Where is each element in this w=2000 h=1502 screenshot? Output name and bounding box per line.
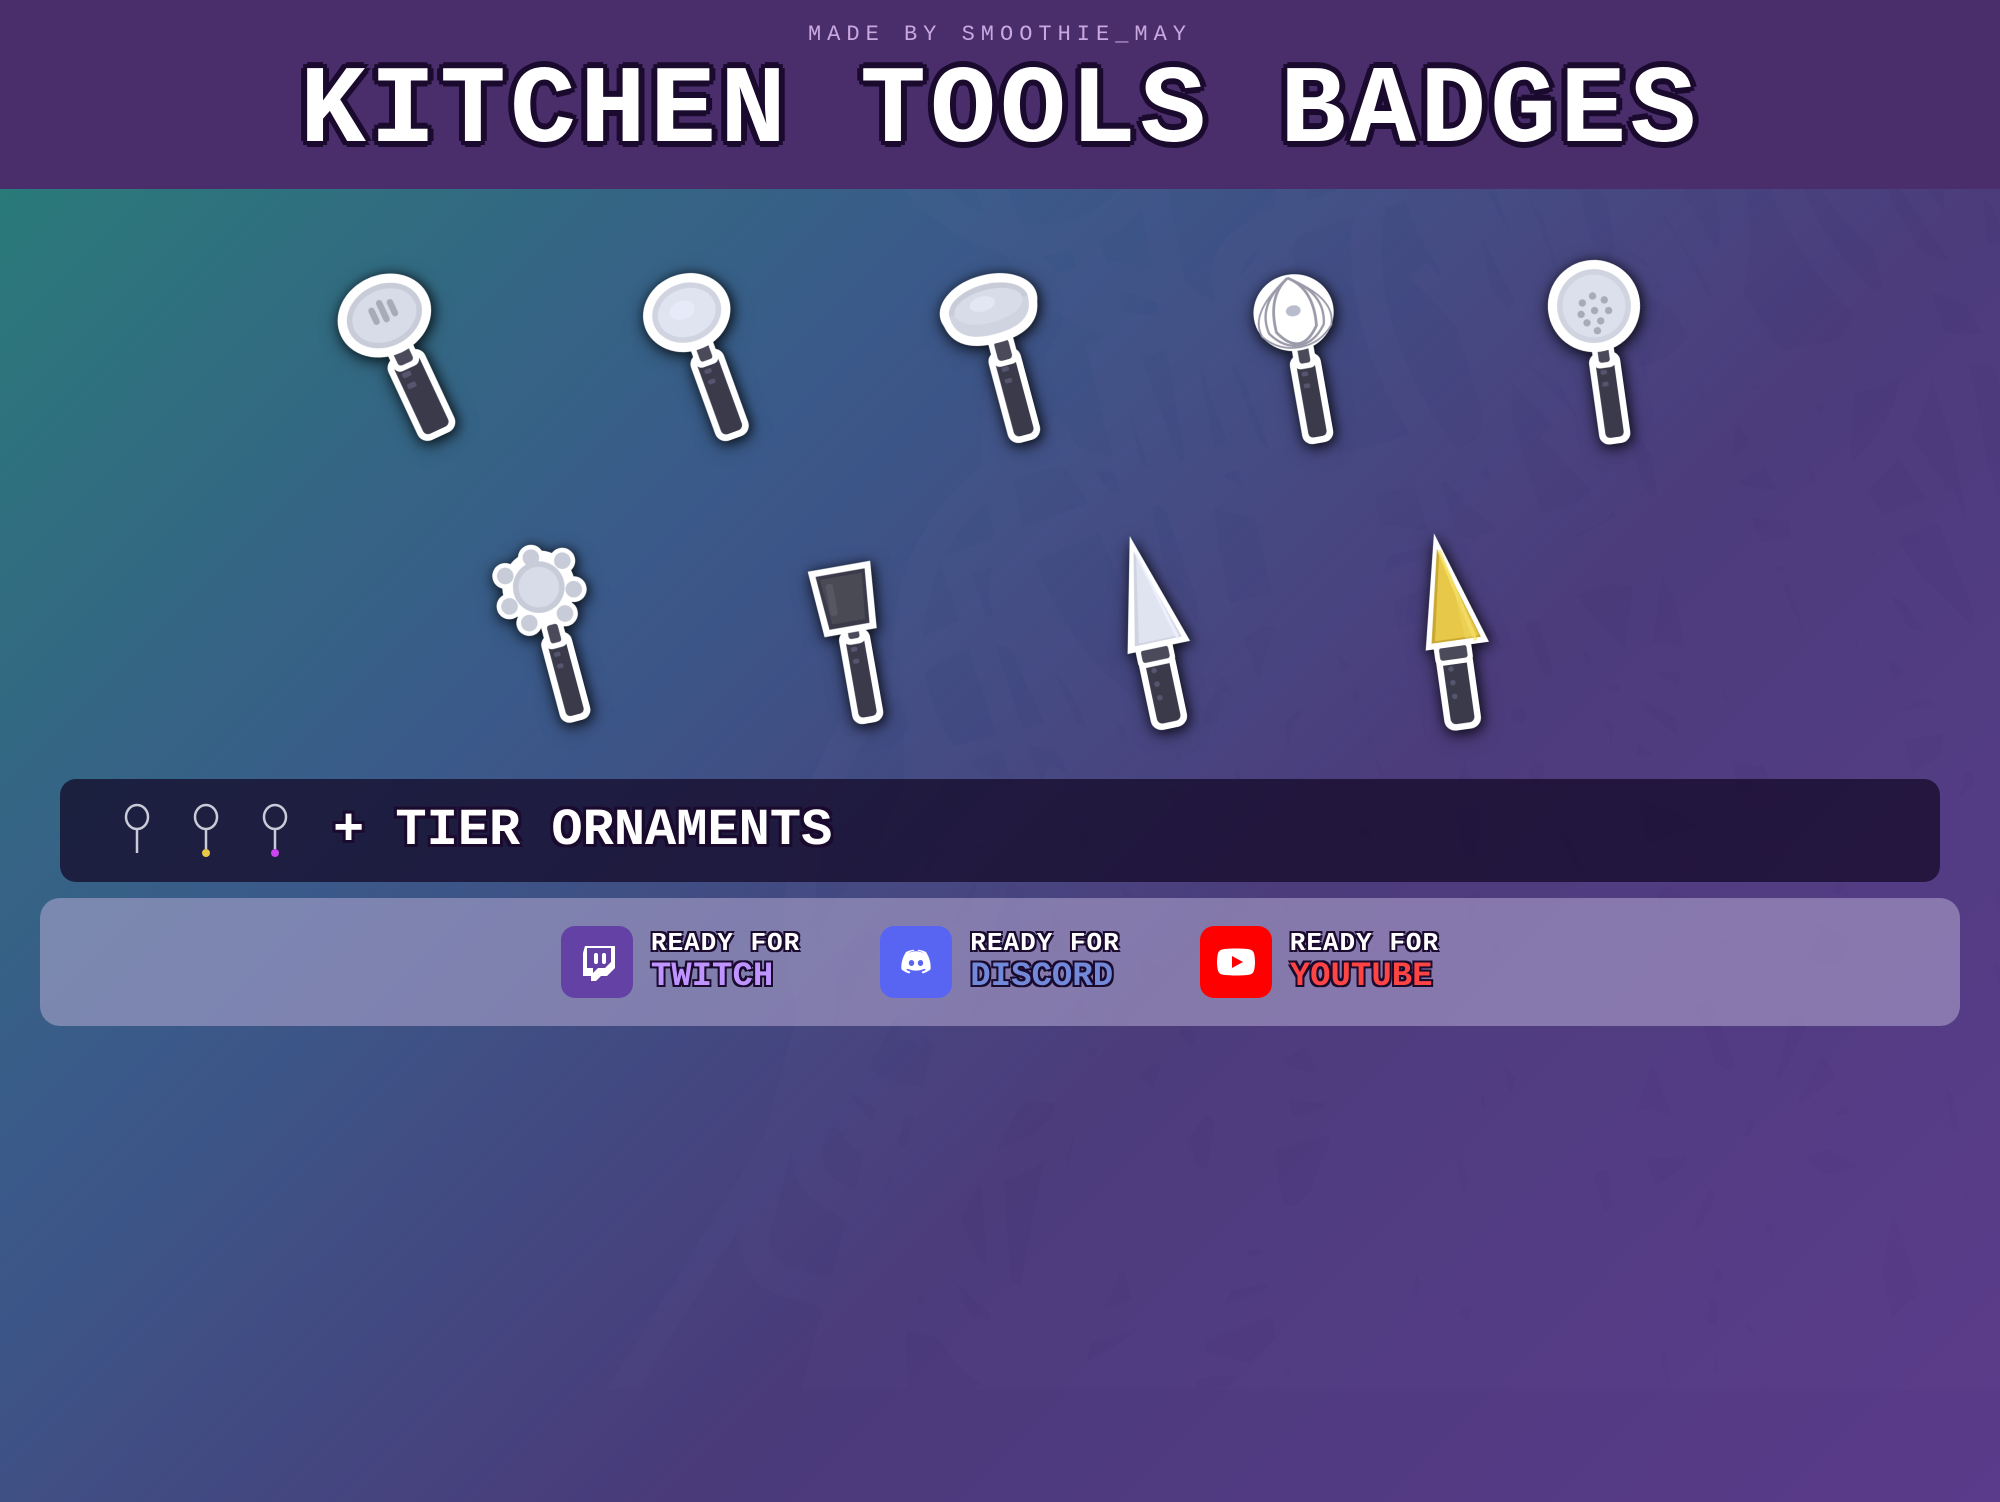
discord-ready-for: READY FOR — [970, 928, 1119, 958]
yellow-knife-icon — [1340, 509, 1560, 749]
spatula-icon — [290, 229, 510, 469]
bottom-badges: READY FOR TWITCH READY FOR DISCORD — [40, 898, 1960, 1026]
platform-badge-discord: READY FOR DISCORD — [880, 926, 1119, 998]
made-by-label: MADE BY SMOOTHIE_MAY — [40, 22, 1960, 47]
content-area: + TIER ORNAMENTS READY FOR T — [0, 189, 2000, 1502]
twitch-name: TWITCH — [651, 958, 800, 996]
tool-badge-spoon — [580, 219, 820, 479]
tool-badge-whisk — [1180, 219, 1420, 479]
youtube-ready-for: READY FOR — [1290, 928, 1439, 958]
youtube-icon — [1200, 926, 1272, 998]
tool-badge-silicone-spatula — [730, 499, 970, 759]
twitch-icon — [561, 926, 633, 998]
header: MADE BY SMOOTHIE_MAY KITCHEN TOOLS BADGE… — [0, 0, 2000, 189]
whisk-icon — [1190, 229, 1410, 469]
tier-ornaments — [110, 803, 303, 858]
tier-section: + TIER ORNAMENTS — [60, 779, 1940, 882]
chefs-knife-icon — [1040, 509, 1260, 749]
tier-spoon-gold — [179, 803, 234, 858]
tool-badge-spatula — [280, 219, 520, 479]
tier-box: + TIER ORNAMENTS — [60, 779, 1940, 882]
discord-name: DISCORD — [970, 958, 1119, 996]
tool-badge-ladle — [880, 219, 1120, 479]
tools-section — [0, 189, 2000, 759]
tools-row-2 — [60, 499, 1940, 759]
twitch-text: READY FOR TWITCH — [651, 928, 800, 996]
discord-text: READY FOR DISCORD — [970, 928, 1119, 996]
spoon-icon — [590, 229, 810, 469]
tool-badge-yellow-knife — [1330, 499, 1570, 759]
tool-badge-pastrybrush — [430, 499, 670, 759]
main-container: MADE BY SMOOTHIE_MAY KITCHEN TOOLS BADGE… — [0, 0, 2000, 1502]
youtube-text: READY FOR YOUTUBE — [1290, 928, 1439, 996]
tier-spoon-plain — [110, 803, 165, 858]
twitch-ready-for: READY FOR — [651, 928, 800, 958]
tier-plus-label: + TIER ORNAMENTS — [333, 801, 832, 860]
pastry-brush-icon — [440, 509, 660, 749]
platform-badge-twitch: READY FOR TWITCH — [561, 926, 800, 998]
main-title: KITCHEN TOOLS BADGES — [40, 55, 1960, 171]
youtube-name: YOUTUBE — [1290, 958, 1439, 996]
ladle-icon — [890, 229, 1110, 469]
skimmer-icon — [1490, 229, 1710, 469]
tier-spoon-purple — [248, 803, 303, 858]
discord-icon — [880, 926, 952, 998]
tool-badge-chefs-knife — [1030, 499, 1270, 759]
tools-row-1 — [60, 219, 1940, 479]
tool-badge-skimmer — [1480, 219, 1720, 479]
platform-badge-youtube: READY FOR YOUTUBE — [1200, 926, 1439, 998]
silicone-spatula-icon — [740, 509, 960, 749]
